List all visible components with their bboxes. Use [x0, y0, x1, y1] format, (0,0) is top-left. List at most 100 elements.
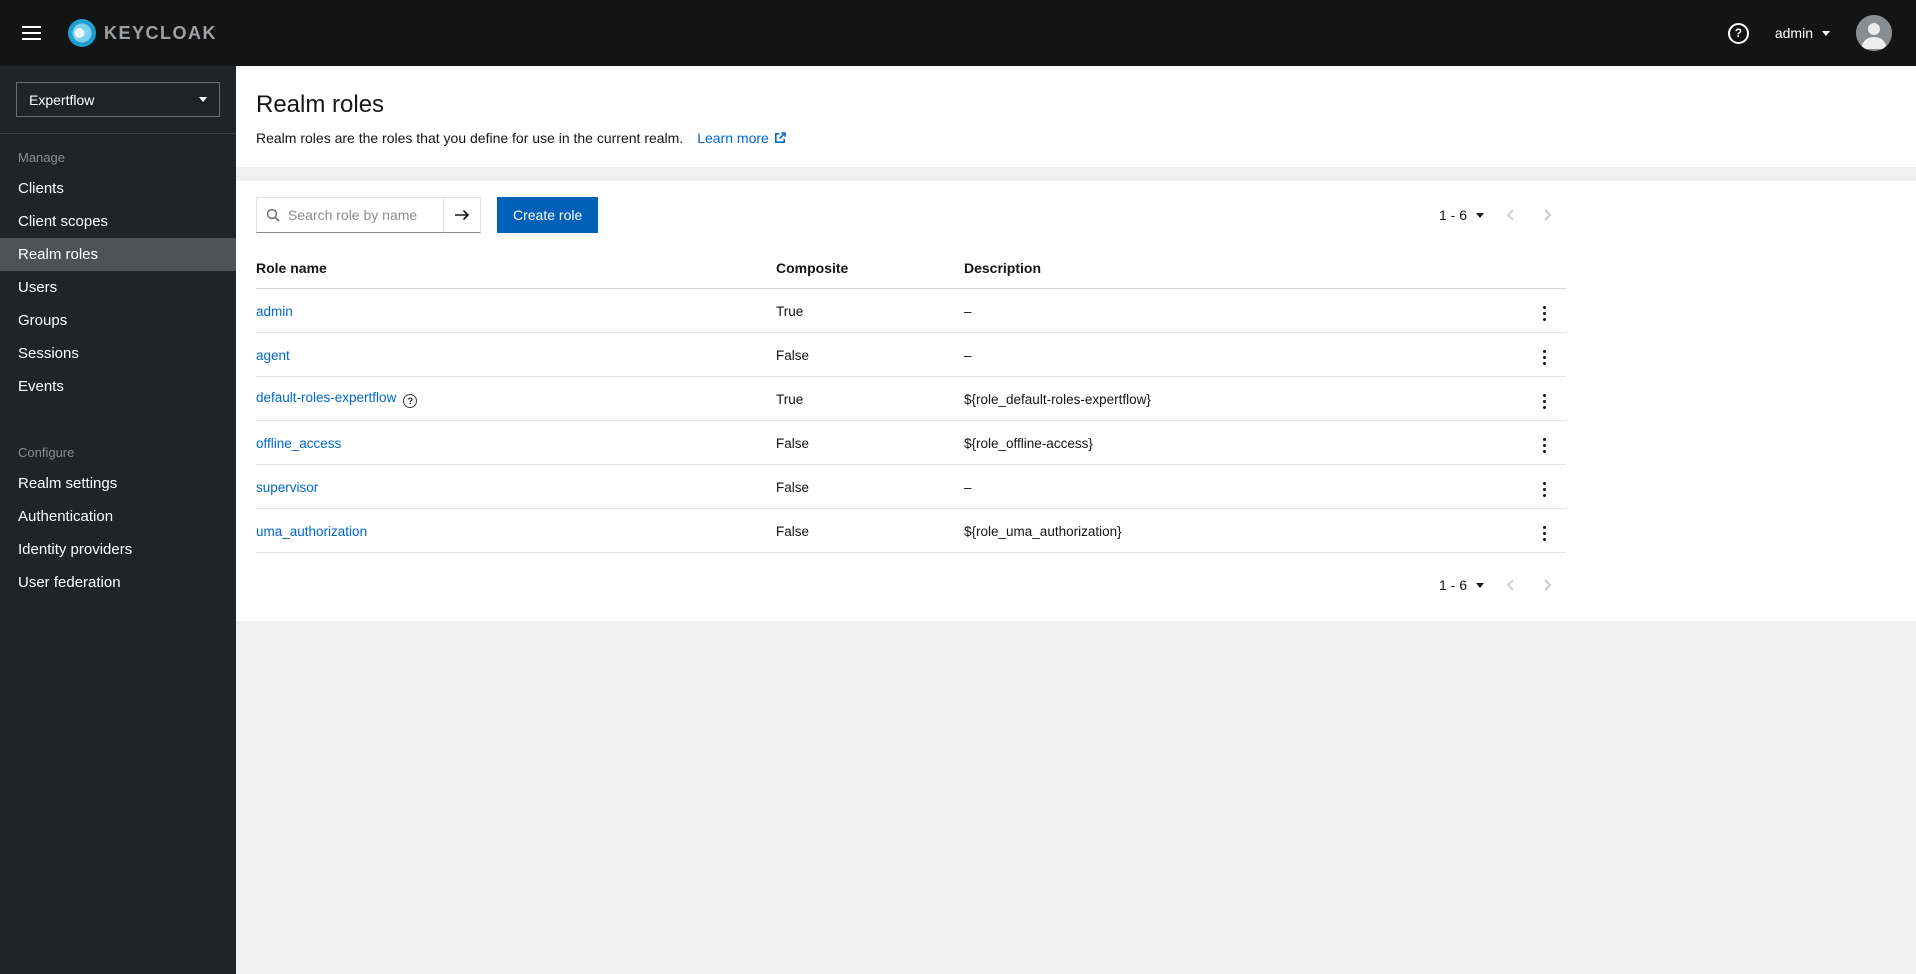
pagination-range-toggle[interactable]: 1 - 6 — [1431, 573, 1492, 597]
row-kebab-menu-button[interactable] — [1531, 522, 1558, 545]
table-header-row: Role name Composite Description — [256, 247, 1566, 289]
pagination-range-toggle[interactable]: 1 - 6 — [1431, 203, 1492, 227]
sidebar-item-users[interactable]: Users — [0, 271, 236, 304]
role-name-link[interactable]: admin — [256, 304, 293, 319]
table-row: offline_access False ${role_offline-acce… — [256, 420, 1566, 465]
chevron-right-icon — [1544, 579, 1552, 591]
description-value: – — [964, 288, 1522, 333]
user-menu[interactable]: admin — [1775, 25, 1830, 41]
avatar[interactable] — [1856, 15, 1892, 51]
sidebar-item-identity-providers[interactable]: Identity providers — [0, 533, 236, 566]
help-icon[interactable]: ? — [1727, 22, 1749, 44]
help-icon[interactable]: ? — [403, 394, 418, 408]
page-header: Realm roles Realm roles are the roles th… — [236, 66, 1916, 167]
pagination-prev-button[interactable] — [1492, 204, 1529, 226]
arrow-right-icon — [454, 208, 470, 222]
role-name-link[interactable]: default-roles-expertflow — [256, 390, 396, 405]
sidebar: Expertflow Manage Clients Client scopes … — [0, 66, 236, 974]
composite-value: False — [776, 464, 964, 509]
realm-selector[interactable]: Expertflow — [16, 82, 220, 117]
table-row: default-roles-expertflow? True ${role_de… — [256, 376, 1566, 421]
chevron-down-icon — [1822, 30, 1830, 36]
sidebar-section-title: Configure — [18, 445, 75, 460]
composite-value: False — [776, 508, 964, 553]
sidebar-item-groups[interactable]: Groups — [0, 304, 236, 337]
row-kebab-menu-button[interactable] — [1531, 346, 1558, 369]
column-header-description: Description — [964, 247, 1522, 289]
toolbar: Create role 1 - 6 — [256, 197, 1566, 233]
chevron-down-icon — [199, 97, 207, 102]
page-description-text: Realm roles are the roles that you defin… — [256, 130, 684, 146]
sidebar-item-realm-roles[interactable]: Realm roles — [0, 238, 236, 271]
description-value: – — [964, 464, 1522, 509]
column-header-role-name: Role name — [256, 247, 776, 289]
sidebar-item-events[interactable]: Events — [0, 370, 236, 403]
brand-text: KEYCLOAK — [104, 22, 218, 43]
table-row: agent False – — [256, 332, 1566, 377]
sidebar-item-client-scopes[interactable]: Client scopes — [0, 205, 236, 238]
search-input[interactable] — [256, 197, 444, 233]
role-name-link[interactable]: agent — [256, 348, 290, 363]
pagination-range-label: 1 - 6 — [1438, 207, 1467, 223]
sidebar-item-clients[interactable]: Clients — [0, 172, 236, 205]
realm-selector-value: Expertflow — [29, 91, 95, 108]
sidebar-section-configure: Configure Realm settings Authentication … — [0, 429, 236, 599]
user-menu-label: admin — [1774, 25, 1813, 41]
composite-value: True — [776, 288, 964, 333]
column-header-actions — [1522, 247, 1566, 289]
sidebar-item-realm-settings[interactable]: Realm settings — [0, 467, 236, 500]
page-title: Realm roles — [256, 91, 385, 118]
masthead: KEYCLOAK ? admin — [0, 0, 1916, 66]
sidebar-item-sessions[interactable]: Sessions — [0, 337, 236, 370]
table-row: admin True – — [256, 288, 1566, 333]
sidebar-item-user-federation[interactable]: User federation — [0, 566, 236, 599]
row-kebab-menu-button[interactable] — [1531, 390, 1558, 413]
main-content: Realm roles Realm roles are the roles th… — [236, 66, 1916, 974]
sidebar-section-title: Manage — [18, 150, 65, 165]
composite-value: False — [776, 420, 964, 465]
keycloak-logo-icon — [67, 18, 97, 48]
external-link-icon — [774, 132, 786, 144]
role-name-link[interactable]: supervisor — [256, 480, 318, 495]
roles-table: Role name Composite Description admin Tr… — [256, 247, 1566, 553]
role-name-link[interactable]: offline_access — [256, 436, 341, 451]
pagination-next-button[interactable] — [1529, 204, 1566, 226]
description-value: ${role_uma_authorization} — [964, 508, 1522, 553]
masthead-right: ? admin — [1727, 15, 1892, 51]
brand: KEYCLOAK — [67, 18, 217, 48]
page-description: Realm roles are the roles that you defin… — [256, 130, 1896, 146]
chevron-right-icon — [1544, 209, 1552, 221]
description-value: ${role_offline-access} — [964, 420, 1522, 465]
card-footer: 1 - 6 — [256, 559, 1566, 597]
roles-card: Create role 1 - 6 — [236, 181, 1916, 621]
learn-more-link[interactable]: Learn more — [697, 130, 786, 146]
row-kebab-menu-button[interactable] — [1531, 434, 1558, 457]
pagination-range-label: 1 - 6 — [1438, 577, 1467, 593]
description-value: ${role_default-roles-expertflow} — [964, 376, 1522, 421]
role-name-link[interactable]: uma_authorization — [256, 524, 367, 539]
row-kebab-menu-button[interactable] — [1531, 478, 1558, 501]
pagination-top: 1 - 6 — [1431, 203, 1566, 227]
composite-value: False — [776, 332, 964, 377]
pagination-bottom: 1 - 6 — [1431, 573, 1566, 597]
realm-selector-wrap: Expertflow — [0, 82, 236, 134]
chevron-down-icon — [1476, 212, 1484, 218]
table-row: supervisor False – — [256, 464, 1566, 509]
description-value: – — [964, 332, 1522, 377]
sidebar-item-authentication[interactable]: Authentication — [0, 500, 236, 533]
chevron-left-icon — [1506, 579, 1514, 591]
column-header-composite: Composite — [776, 247, 964, 289]
chevron-left-icon — [1506, 209, 1514, 221]
search-group — [256, 197, 481, 233]
composite-value: True — [776, 376, 964, 421]
pagination-next-button[interactable] — [1529, 574, 1566, 596]
pagination-prev-button[interactable] — [1492, 574, 1529, 596]
sidebar-section-manage: Manage Clients Client scopes Realm roles… — [0, 134, 236, 403]
hamburger-icon — [22, 26, 41, 28]
nav-toggle-button[interactable] — [16, 17, 47, 49]
search-submit-button[interactable] — [443, 197, 481, 233]
chevron-down-icon — [1476, 582, 1484, 588]
create-role-button[interactable]: Create role — [497, 197, 599, 233]
row-kebab-menu-button[interactable] — [1531, 302, 1558, 325]
learn-more-label: Learn more — [697, 130, 769, 146]
